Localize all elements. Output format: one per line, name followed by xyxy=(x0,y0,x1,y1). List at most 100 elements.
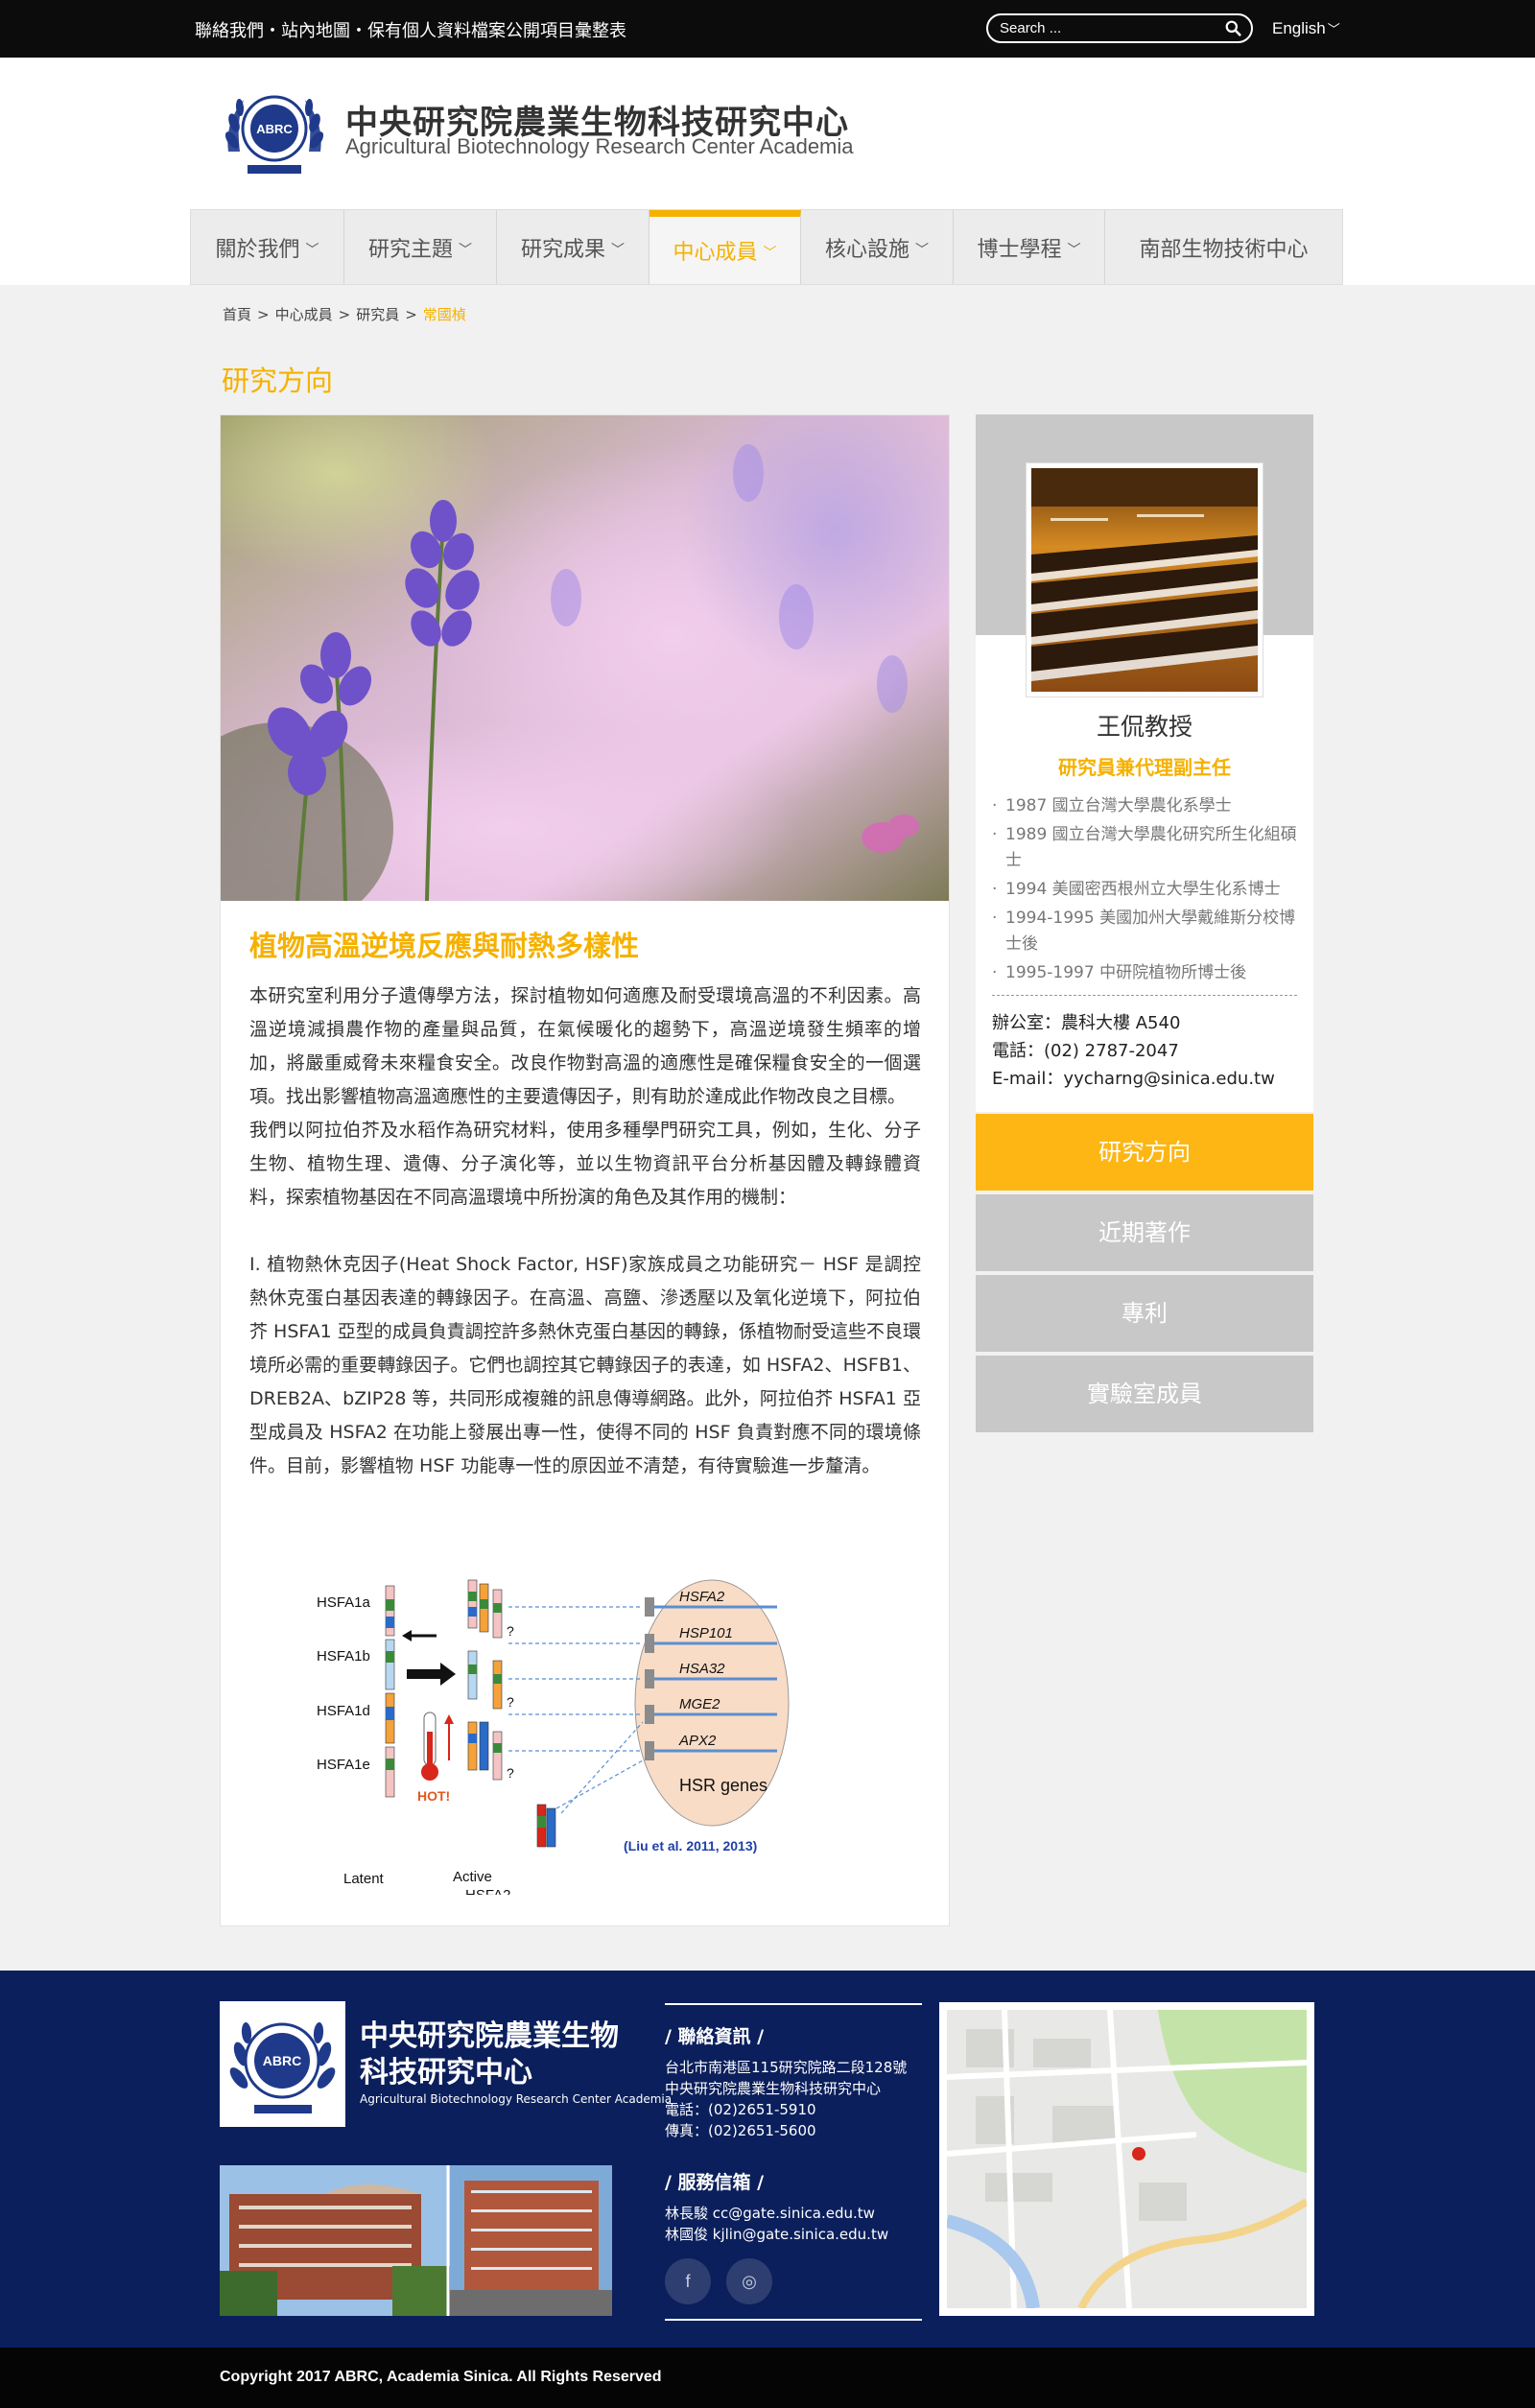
svg-text:?: ? xyxy=(507,1765,514,1781)
chevron-down-icon: ﹀ xyxy=(459,242,472,258)
chevron-down-icon: ﹀ xyxy=(763,246,777,261)
site-footer: ABRC 中央研究院農業生物科技研究中心 Agricultural Biotec… xyxy=(0,1971,1535,2348)
hero-flower-image xyxy=(221,415,949,901)
facebook-icon[interactable]: f xyxy=(665,2258,711,2304)
mail-line[interactable]: 林國俊 kjlin@gate.sinica.edu.tw xyxy=(665,2224,922,2245)
menu-patents[interactable]: 專利 xyxy=(976,1275,1313,1352)
gene-label: HSA32 xyxy=(679,1661,725,1677)
list-item: 1995-1997 中研院植物所博士後 xyxy=(992,960,1299,986)
breadcrumb: 首頁 > 中心成員 > 研究員 > 常國楨 xyxy=(223,306,466,323)
email-text[interactable]: E-mail：yycharng@sinica.edu.tw xyxy=(992,1065,1275,1093)
figure-label: HSFA1b xyxy=(317,1648,370,1664)
copyright-bar: Copyright 2017 ABRC, Academia Sinica. Al… xyxy=(0,2348,1535,2408)
address-line: 台北市南港區115研究院路二段128號 xyxy=(665,2059,908,2076)
hsf-diagram: HSFA1a HSFA1b HSFA1d HSFA1e Latent Activ… xyxy=(317,1579,790,1895)
phone-line: 電話：(02)2651-5910 xyxy=(665,2101,816,2118)
footer-logo[interactable]: ABRC xyxy=(220,2001,345,2127)
contact-heading: / 聯絡資訊 / xyxy=(665,2026,765,2047)
address-line: 中央研究院農業生物科技研究中心 xyxy=(665,2080,882,2097)
svg-text:?: ? xyxy=(507,1694,514,1710)
list-item: 1994 美國密西根州立大學生化系博士 xyxy=(992,877,1299,903)
mail-info: 林長駿 cc@gate.sinica.edu.tw 林國俊 kjlin@gate… xyxy=(665,2203,922,2245)
breadcrumb-current: 常國楨 xyxy=(422,306,466,323)
menu-lab-members[interactable]: 實驗室成員 xyxy=(976,1356,1313,1432)
mail-line[interactable]: 林長駿 cc@gate.sinica.edu.tw xyxy=(665,2203,922,2224)
main-nav: 關於我們 ﹀ 研究主題 ﹀ 研究成果 ﹀ 中心成員 ﹀ 核心設施 ﹀ 博士學程 ﹀ 南部生物… xyxy=(190,209,1343,285)
figure-label: HSFA1e xyxy=(317,1757,370,1773)
contact-link[interactable]: 聯絡我們 xyxy=(195,21,264,41)
article-body: 本研究室利用分子遺傳學方法，探討植物如何適應及耐受環境高溫的不利因素。高溫逆境減… xyxy=(249,980,921,1483)
breadcrumb-home[interactable]: 首頁 xyxy=(223,306,251,323)
figure-label: HSFA1d xyxy=(317,1703,370,1719)
figure-citation: (Liu et al. 2011, 2013) xyxy=(624,1838,757,1853)
gene-label: HSFA2 xyxy=(679,1589,725,1605)
divider xyxy=(992,995,1297,996)
profile-card: 王侃教授 研究員兼代理副主任 1987 國立台灣大學農化系學士 1989 國立台… xyxy=(976,414,1313,1112)
search-input[interactable] xyxy=(1000,18,1216,38)
site-title-english: Agricultural Biotechnology Research Cent… xyxy=(345,134,854,158)
location-map[interactable] xyxy=(939,2002,1314,2316)
fax-line: 傳真：(02)2651-5600 xyxy=(665,2122,816,2139)
article-card: 植物高溫逆境反應與耐熱多樣性 本研究室利用分子遺傳學方法，探討植物如何適應及耐受… xyxy=(220,414,950,1926)
chevron-down-icon: ﹀ xyxy=(1327,22,1340,36)
footer-title: 中央研究院農業生物科技研究中心 xyxy=(360,2019,619,2089)
chevron-down-icon: ﹀ xyxy=(1067,242,1081,258)
chevron-down-icon: ﹀ xyxy=(915,242,929,258)
chevron-down-icon: ﹀ xyxy=(611,242,625,258)
svg-text:?: ? xyxy=(507,1623,514,1639)
profile-name: 王侃教授 xyxy=(1096,713,1193,741)
article-paragraph: 本研究室利用分子遺傳學方法，探討植物如何適應及耐受環境高溫的不利因素。高溫逆境減… xyxy=(249,985,921,1107)
hot-label: HOT! xyxy=(417,1788,450,1804)
page-title: 研究方向 xyxy=(222,365,334,397)
abrc-logo[interactable]: ABRC xyxy=(219,84,330,180)
mail-heading: / 服務信箱 / xyxy=(665,2172,765,2193)
list-item: 1989 國立台灣大學農化研究所生化組碩士 xyxy=(992,822,1299,874)
language-switcher[interactable]: English ﹀ xyxy=(1272,19,1340,38)
office-text: 辦公室：農科大樓 A540 xyxy=(992,1013,1181,1033)
svg-text:ABRC: ABRC xyxy=(263,2053,301,2068)
contact-info: 台北市南港區115研究院路二段128號 中央研究院農業生物科技研究中心 電話：(… xyxy=(665,2057,922,2141)
gene-label: APX2 xyxy=(678,1733,717,1749)
top-links: 聯絡我們・站內地圖・保有個人資料檔案公開項目彙整表 xyxy=(195,21,626,41)
breadcrumb-researchers[interactable]: 研究員 xyxy=(356,306,399,323)
svg-text:ABRC: ABRC xyxy=(256,122,293,136)
nav-southern-biotech[interactable]: 南部生物技術中心 xyxy=(1105,210,1342,284)
nav-phd-program[interactable]: 博士學程 ﹀ xyxy=(954,210,1105,284)
education-list: 1987 國立台灣大學農化系學士 1989 國立台灣大學農化研究所生化組碩士 1… xyxy=(992,793,1299,989)
list-item: 1987 國立台灣大學農化系學士 xyxy=(992,793,1299,819)
privacy-records-link[interactable]: 保有個人資料檔案公開項目彙整表 xyxy=(367,21,626,41)
article-title: 植物高溫逆境反應與耐熱多樣性 xyxy=(249,930,640,962)
instagram-icon[interactable]: ◎ xyxy=(726,2258,772,2304)
phone-text: 電話：(02) 2787-2047 xyxy=(992,1041,1179,1061)
footer-contact-column: / 聯絡資訊 / 台北市南港區115研究院路二段128號 中央研究院農業生物科技… xyxy=(665,2003,922,2321)
list-item: 1994-1995 美國加州大學戴維斯分校博士後 xyxy=(992,906,1299,957)
chevron-down-icon: ﹀ xyxy=(305,242,319,258)
building-photos xyxy=(220,2165,612,2316)
menu-research-direction[interactable]: 研究方向 xyxy=(976,1114,1313,1191)
figure-label: Latent xyxy=(343,1871,385,1887)
gene-label: MGE2 xyxy=(679,1696,720,1712)
nav-about[interactable]: 關於我們 ﹀ xyxy=(191,210,344,284)
sitemap-link[interactable]: 站內地圖 xyxy=(281,21,350,41)
profile-photo xyxy=(1026,462,1263,697)
nav-research-results[interactable]: 研究成果 ﹀ xyxy=(497,210,649,284)
search-icon[interactable] xyxy=(1225,20,1241,36)
cluster-label: HSR genes xyxy=(679,1776,768,1795)
nav-members[interactable]: 中心成員 ﹀ xyxy=(649,210,801,284)
article-paragraph: I. 植物熱休克因子(Heat Shock Factor, HSF)家族成員之功… xyxy=(249,1254,921,1476)
figure-label: HSFA2 xyxy=(465,1887,511,1895)
nav-research-topics[interactable]: 研究主題 ﹀ xyxy=(344,210,497,284)
profile-menu: 研究方向 近期著作 專利 實驗室成員 xyxy=(976,1114,1313,1436)
figure-label: HSFA1a xyxy=(317,1594,371,1611)
breadcrumb-members[interactable]: 中心成員 xyxy=(275,306,333,323)
menu-recent-publications[interactable]: 近期著作 xyxy=(976,1194,1313,1271)
footer-subtitle: Agricultural Biotechnology Research Cent… xyxy=(360,2092,673,2106)
gene-label: HSP101 xyxy=(679,1625,733,1641)
article-paragraph: 我們以阿拉伯芥及水稻作為研究材料，使用多種學門研究工具，例如，生化、分子生物、植… xyxy=(249,1120,921,1208)
top-bar: 聯絡我們・站內地圖・保有個人資料檔案公開項目彙整表 English﹀ xyxy=(0,0,1535,58)
nav-core-facilities[interactable]: 核心設施 ﹀ xyxy=(801,210,954,284)
profile-contact: 辦公室：農科大樓 A540 電話：(02) 2787-2047 E-mail：y… xyxy=(992,1009,1275,1093)
profile-title: 研究員兼代理副主任 xyxy=(1058,756,1231,779)
search-box xyxy=(986,13,1253,43)
copyright-text: Copyright 2017 ABRC, Academia Sinica. Al… xyxy=(220,2369,662,2385)
